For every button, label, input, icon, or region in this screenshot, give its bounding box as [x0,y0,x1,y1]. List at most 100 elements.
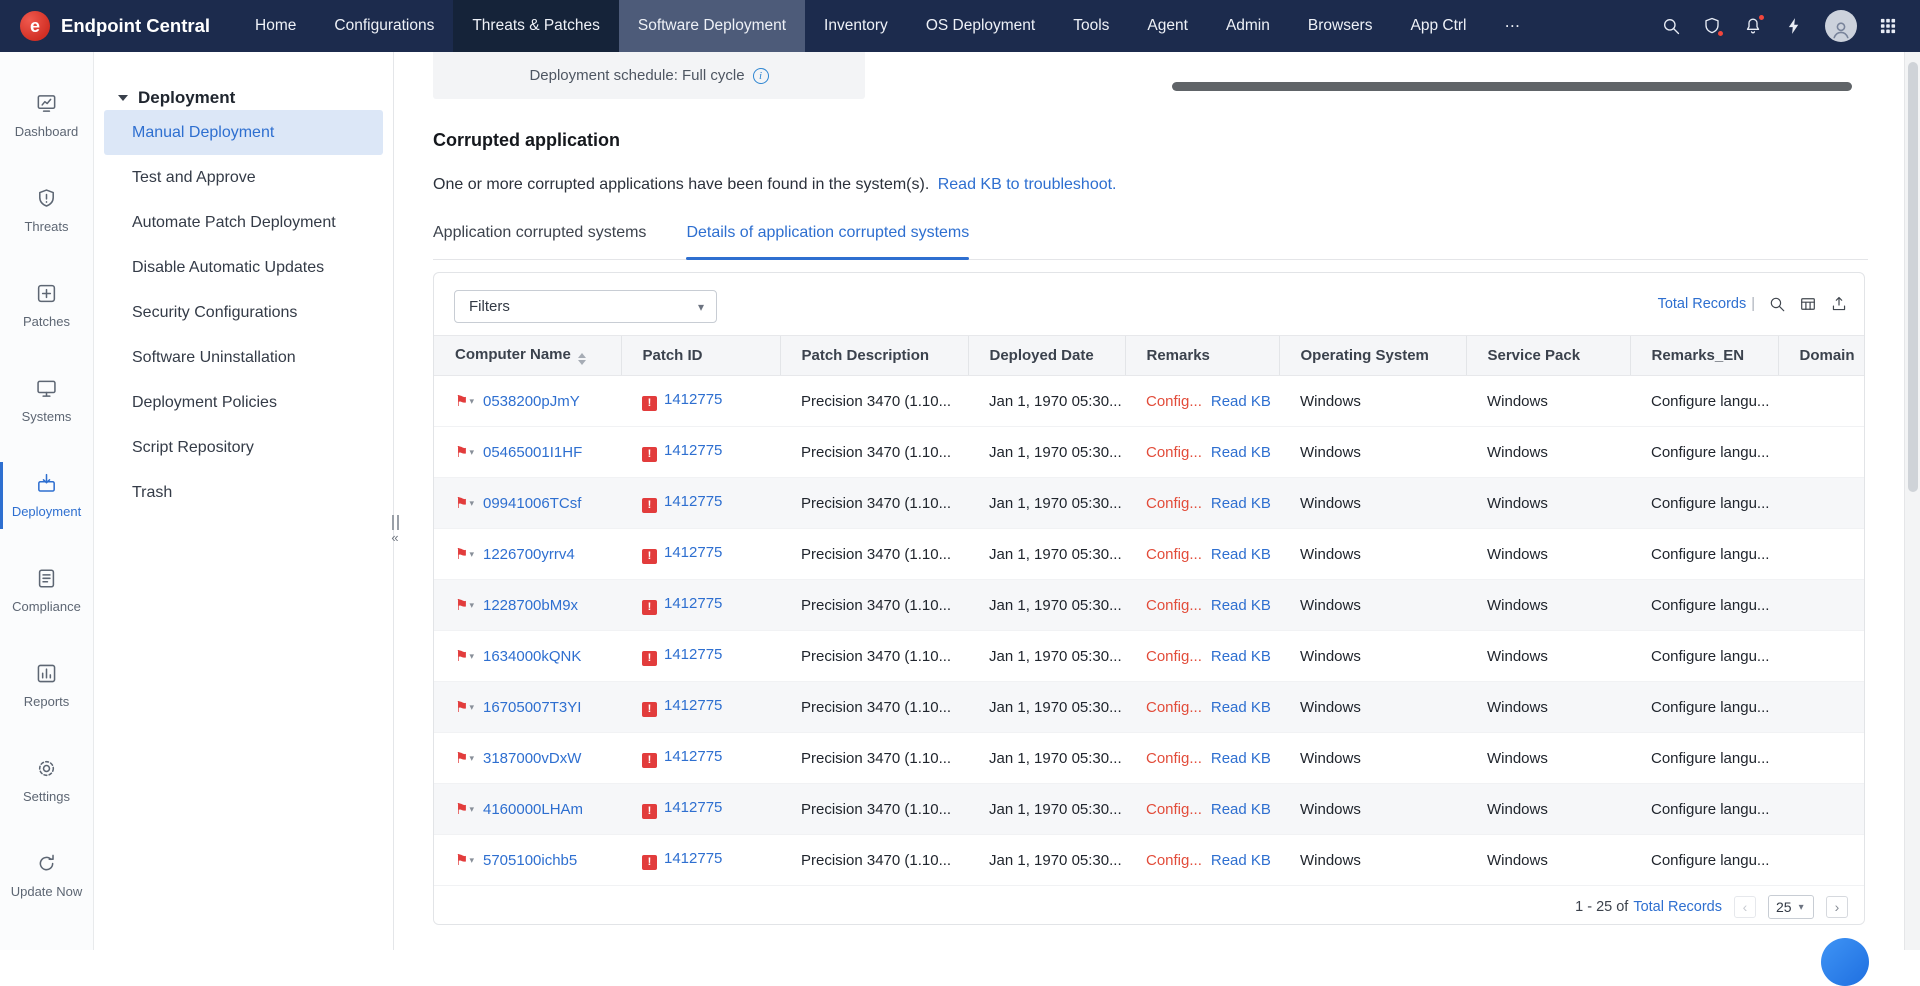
remarks-config-link[interactable]: Config... [1146,750,1202,767]
patch-id-link[interactable]: 1412775 [664,748,722,765]
column-header-patch-description[interactable]: Patch Description [780,336,968,376]
computer-flag-icon[interactable]: ⚑ [455,597,468,614]
flag-caret-icon[interactable]: ▾ [469,855,474,865]
vertical-scrollbar-thumb[interactable] [1908,62,1918,492]
row-read-kb-link[interactable]: Read KB [1211,852,1271,869]
remarks-config-link[interactable]: Config... [1146,546,1202,563]
read-kb-troubleshoot-link[interactable]: Read KB to troubleshoot. [938,176,1117,193]
sidebar-item-test-and-approve[interactable]: Test and Approve [104,155,383,200]
apps-grid-icon[interactable] [1878,16,1898,36]
sort-icon[interactable] [578,353,586,365]
row-read-kb-link[interactable]: Read KB [1211,750,1271,767]
sidebar-item-software-uninstallation[interactable]: Software Uninstallation [104,335,383,380]
row-read-kb-link[interactable]: Read KB [1211,699,1271,716]
computer-flag-icon[interactable]: ⚑ [455,852,468,869]
column-header-domain[interactable]: Domain [1778,336,1864,376]
computer-flag-icon[interactable]: ⚑ [455,495,468,512]
rail-item-dashboard[interactable]: Dashboard [0,68,93,163]
sidebar-resize-handle[interactable]: « [388,515,402,544]
next-page-button[interactable]: › [1826,896,1848,918]
row-read-kb-link[interactable]: Read KB [1211,546,1271,563]
nav-item-inventory[interactable]: Inventory [805,0,907,52]
remarks-config-link[interactable]: Config... [1146,699,1202,716]
security-shield-icon[interactable] [1702,16,1722,36]
computer-name-link[interactable]: 4160000LHAm [483,801,583,818]
nav-item-home[interactable]: Home [236,0,315,52]
total-records-link[interactable]: Total Records [1658,296,1747,312]
rail-item-systems[interactable]: Systems [0,353,93,448]
computer-flag-icon[interactable]: ⚑ [455,750,468,767]
flag-caret-icon[interactable]: ▾ [469,753,474,763]
computer-flag-icon[interactable]: ⚑ [455,648,468,665]
computer-name-link[interactable]: 5705100ichb5 [483,852,577,869]
row-read-kb-link[interactable]: Read KB [1211,393,1271,410]
flag-caret-icon[interactable]: ▾ [469,498,474,508]
vertical-scrollbar[interactable] [1904,52,1920,950]
patch-id-link[interactable]: 1412775 [664,646,722,663]
flag-caret-icon[interactable]: ▾ [469,549,474,559]
computer-name-link[interactable]: 16705007T3YI [483,699,581,716]
nav-item-agent[interactable]: Agent [1128,0,1207,52]
column-header-service-pack[interactable]: Service Pack [1466,336,1630,376]
column-header-operating-system[interactable]: Operating System [1279,336,1466,376]
remarks-config-link[interactable]: Config... [1146,648,1202,665]
sidebar-section-deployment[interactable]: Deployment [94,86,393,110]
flag-caret-icon[interactable]: ▾ [469,447,474,457]
rail-item-patches[interactable]: Patches [0,258,93,353]
nav-item-more[interactable]: ⋯ [1485,0,1539,52]
computer-name-link[interactable]: 1634000kQNK [483,648,581,665]
computer-flag-icon[interactable]: ⚑ [455,393,468,410]
sidebar-item-trash[interactable]: Trash [104,470,383,515]
patch-id-link[interactable]: 1412775 [664,850,722,867]
computer-name-link[interactable]: 09941006TCsf [483,495,581,512]
nav-item-software-deployment[interactable]: Software Deployment [619,0,805,52]
tab-details-of-application-corrupted-systems[interactable]: Details of application corrupted systems [686,220,969,259]
rail-item-update-now[interactable]: Update Now [0,828,93,923]
nav-item-app-ctrl[interactable]: App Ctrl [1391,0,1485,52]
rail-item-reports[interactable]: Reports [0,638,93,733]
flag-caret-icon[interactable]: ▾ [469,702,474,712]
rail-item-threats[interactable]: Threats [0,163,93,258]
computer-flag-icon[interactable]: ⚑ [455,699,468,716]
rail-item-settings[interactable]: Settings [0,733,93,828]
sidebar-item-automate-patch-deployment[interactable]: Automate Patch Deployment [104,200,383,245]
flag-caret-icon[interactable]: ▾ [469,804,474,814]
computer-flag-icon[interactable]: ⚑ [455,546,468,563]
info-icon[interactable]: i [753,68,769,84]
column-chooser-icon[interactable] [1799,295,1817,313]
column-header-deployed-date[interactable]: Deployed Date [968,336,1125,376]
computer-name-link[interactable]: 05465001I1HF [483,444,582,461]
patch-id-link[interactable]: 1412775 [664,595,722,612]
patch-id-link[interactable]: 1412775 [664,799,722,816]
sidebar-item-deployment-policies[interactable]: Deployment Policies [104,380,383,425]
prev-page-button[interactable]: ‹ [1734,896,1756,918]
remarks-config-link[interactable]: Config... [1146,852,1202,869]
table-search-icon[interactable] [1768,295,1786,313]
filters-dropdown[interactable]: Filters ▾ [454,290,717,323]
patch-id-link[interactable]: 1412775 [664,697,722,714]
notifications-bell-icon[interactable] [1743,16,1763,36]
nav-item-threats-patches[interactable]: Threats & Patches [453,0,619,52]
nav-item-browsers[interactable]: Browsers [1289,0,1392,52]
computer-name-link[interactable]: 1226700yrrv4 [483,546,575,563]
sidebar-item-manual-deployment[interactable]: Manual Deployment [104,110,383,155]
help-fab[interactable] [1821,938,1869,986]
column-header-patch-id[interactable]: Patch ID [621,336,780,376]
sidebar-item-disable-automatic-updates[interactable]: Disable Automatic Updates [104,245,383,290]
computer-name-link[interactable]: 1228700bM9x [483,597,578,614]
remarks-config-link[interactable]: Config... [1146,597,1202,614]
flag-caret-icon[interactable]: ▾ [469,651,474,661]
patch-id-link[interactable]: 1412775 [664,391,722,408]
remarks-config-link[interactable]: Config... [1146,495,1202,512]
patch-id-link[interactable]: 1412775 [664,442,722,459]
column-header-computer-name[interactable]: Computer Name [434,336,621,376]
page-size-select[interactable]: 25 ▾ [1768,895,1814,919]
horizontal-scrollbar[interactable] [1172,82,1852,91]
quick-actions-bolt-icon[interactable] [1784,16,1804,36]
row-read-kb-link[interactable]: Read KB [1211,444,1271,461]
column-header-remarks[interactable]: Remarks [1125,336,1279,376]
computer-name-link[interactable]: 3187000vDxW [483,750,581,767]
rail-item-deployment[interactable]: Deployment [0,448,93,543]
remarks-config-link[interactable]: Config... [1146,393,1202,410]
nav-item-configurations[interactable]: Configurations [315,0,453,52]
